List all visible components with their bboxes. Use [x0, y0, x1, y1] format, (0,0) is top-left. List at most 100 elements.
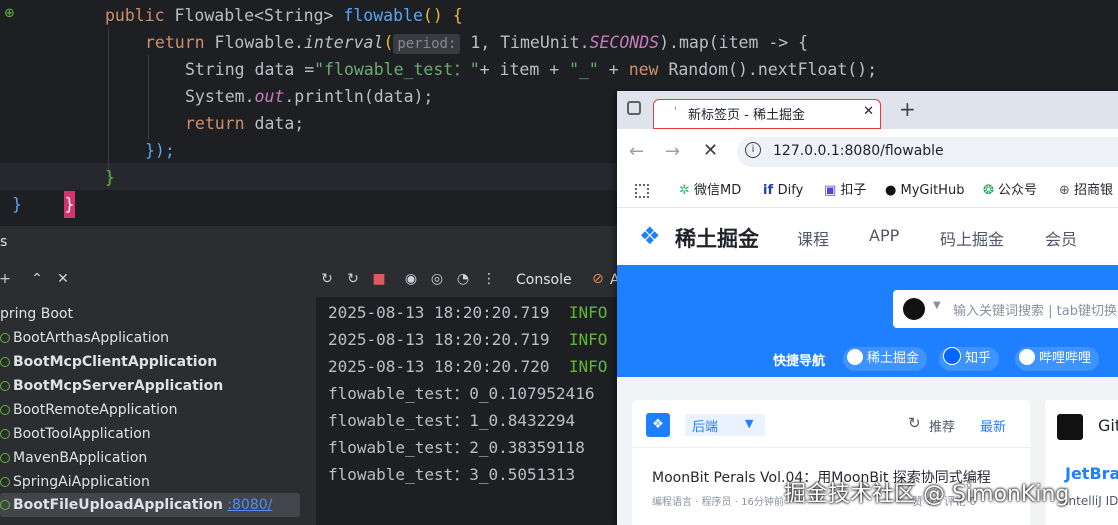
indent-guide [148, 55, 149, 140]
spring-boot-icon [0, 357, 10, 367]
quick-nav-bilibili[interactable]: 哔哩哔哩 [1015, 347, 1100, 371]
screenshot-icon[interactable]: ◉ [402, 270, 420, 288]
log-level: INFO [568, 330, 608, 349]
nav-link-app[interactable]: APP [869, 226, 899, 245]
log-timestamp: 2025-08-13 18:20:20.720 [328, 357, 550, 376]
apps-grid-icon[interactable] [635, 184, 649, 198]
feed-icon: ❖ [646, 413, 670, 437]
bookmarks-bar: ✲ 微信MD if Dify ▣ 扣子 ● MyGitHub ❂ 公众号 ⊕ 招… [617, 175, 1118, 208]
chevron-down-icon: ▼ [745, 417, 754, 430]
nav-link-courses[interactable]: 课程 [797, 226, 829, 250]
side-card-link[interactable]: JetBra [1065, 464, 1118, 483]
code-line-8[interactable]: } [12, 191, 22, 218]
dropdown-caret-icon[interactable]: ▼ [933, 300, 941, 311]
new-tab-button[interactable]: + [899, 97, 916, 121]
code-line-1[interactable]: public Flowable<String> flowable() { [105, 2, 463, 29]
add-icon[interactable]: + [0, 270, 14, 288]
juejin-header: ❖ 稀土掘金 课程 APP 码上掘金 会员 [617, 208, 1118, 265]
tree-item-app[interactable]: BootArthasApplication [0, 326, 169, 350]
code-text: ).map(item -> { [659, 33, 809, 52]
tree-item-app[interactable]: BootMcpClientApplication [0, 350, 217, 374]
github-icon[interactable] [903, 298, 925, 320]
close-tab-icon[interactable]: ✕ [863, 104, 874, 119]
tree-item-app[interactable]: BootMcpServerApplication [0, 374, 223, 398]
profiler-icon[interactable]: ◔ [454, 270, 472, 288]
tree-root-spring-boot[interactable]: pring Boot [0, 302, 73, 326]
quick-nav-juejin[interactable]: 稀土掘金 [843, 347, 928, 371]
code-line-4[interactable]: System.out.println(data); [185, 83, 433, 110]
services-tree: pring Boot BootArthasApplication BootMcp… [0, 297, 317, 525]
spring-boot-icon [0, 333, 10, 343]
constant: SECONDS [589, 33, 660, 52]
site-info-icon[interactable]: i [745, 142, 761, 158]
bookmark-mygithub[interactable]: ● MyGitHub [885, 181, 964, 201]
url-field[interactable]: i 127.0.0.1:8080/flowable [737, 137, 1118, 167]
spring-boot-icon [0, 477, 10, 487]
log-level: INFO [568, 303, 608, 322]
bookmark-gongzhonghao[interactable]: ❂ 公众号 [983, 181, 1037, 201]
forward-icon[interactable]: → [665, 141, 680, 162]
sort-latest[interactable]: 最新 [980, 416, 1006, 435]
more-icon[interactable]: ⋮ [480, 270, 498, 288]
sort-recommend[interactable]: 推荐 [929, 416, 955, 435]
keyword: new [628, 60, 669, 79]
stop-loading-icon[interactable]: ✕ [703, 140, 718, 161]
tree-item-app[interactable]: MavenBApplication [0, 446, 147, 470]
tree-item-app[interactable]: SpringAiApplication [0, 470, 150, 494]
code-line-6[interactable]: }); [145, 137, 175, 164]
rerun-icon[interactable]: ↻ [318, 270, 336, 288]
spring-boot-icon [0, 381, 10, 391]
window-menu-icon[interactable] [627, 101, 641, 115]
camera-icon[interactable]: ◎ [428, 270, 446, 288]
quick-nav-zhihu[interactable]: 知乎 [939, 347, 1000, 371]
bookmark-coze[interactable]: ▣ 扣子 [824, 181, 866, 201]
browser-tab[interactable]: ' 新标签页 - 稀土掘金 ✕ [653, 99, 881, 129]
nav-link-code[interactable]: 码上掘金 [940, 226, 1004, 250]
article-meta: 编程语言 · 程序员 · 16分钟前 [652, 497, 784, 508]
watermark: 掘金技术社区 @ SimonKing [784, 482, 1070, 507]
expand-all-icon[interactable]: ⌃ [28, 270, 46, 288]
code-text: .println(data); [284, 87, 434, 106]
juejin-logo-text[interactable]: 稀土掘金 [675, 223, 759, 253]
spring-boot-icon [0, 405, 10, 415]
bookmark-label: MyGitHub [900, 183, 965, 198]
collapse-all-icon[interactable]: ✕ [54, 270, 72, 288]
code-line-5[interactable]: return data; [185, 110, 304, 137]
log-level: INFO [568, 357, 608, 376]
bookmark-dify[interactable]: if Dify [763, 181, 803, 201]
tree-item-app[interactable]: BootRemoteApplication [0, 398, 177, 422]
bookmark-wechatmd[interactable]: ✲ 微信MD [679, 181, 741, 201]
log-line: 2025-08-13 18:20:20.720 INFO [328, 353, 607, 380]
feed-source-label: 后端 [692, 420, 719, 435]
juejin-logo-icon[interactable]: ❖ [639, 224, 661, 248]
stop-icon[interactable]: ■ [370, 270, 388, 288]
juejin-hero: ▼ 输入关键词搜索 | tab键切换 快捷导航 稀土掘金 知乎 哔哩哔哩 [617, 265, 1118, 377]
bilibili-icon [1019, 349, 1035, 365]
run-tree-toolbar: + ⌃ ✕ [0, 263, 316, 297]
output-line: flowable_test：0_0.107952416 [328, 384, 595, 403]
search-box[interactable]: ▼ 输入关键词搜索 | tab键切换 [893, 290, 1118, 328]
quick-nav-label: 快捷导航 [773, 354, 826, 369]
refresh-icon[interactable]: ↻ [908, 414, 921, 432]
code-text: String data = [185, 60, 315, 79]
code-line-7[interactable]: } [105, 164, 115, 191]
tree-item-app[interactable]: BootToolApplication [0, 422, 151, 446]
tab-console[interactable]: Console [516, 272, 572, 288]
actuator-icon[interactable]: ⊘ [592, 271, 604, 287]
github-icon: ● [885, 183, 901, 198]
back-icon[interactable]: ← [629, 141, 644, 162]
search-input[interactable]: 输入关键词搜索 | tab键切换 [953, 300, 1117, 319]
quick-nav-label-text: 稀土掘金 [867, 351, 920, 366]
tree-item-selected-app[interactable]: BootFileUploadApplication :8080/ [0, 493, 300, 517]
method-name: flowable [343, 6, 423, 25]
rerun-debug-icon[interactable]: ↻ [344, 270, 362, 288]
type-name: Flowable<String> [174, 6, 344, 25]
nav-link-vip[interactable]: 会员 [1045, 226, 1077, 250]
port-link[interactable]: :8080/ [227, 497, 272, 513]
bookmark-cmb[interactable]: ⊕ 招商银 [1059, 181, 1113, 201]
code-text: Random().nextFloat(); [668, 60, 878, 79]
code-line-2[interactable]: return Flowable.interval(period: 1, Time… [145, 29, 808, 56]
gutter-run-icon[interactable]: ⊕ [4, 6, 20, 22]
code-line-3[interactable]: String data ="flowable_test："+ item + "_… [185, 56, 877, 83]
url-text: 127.0.0.1:8080/flowable [773, 143, 944, 159]
